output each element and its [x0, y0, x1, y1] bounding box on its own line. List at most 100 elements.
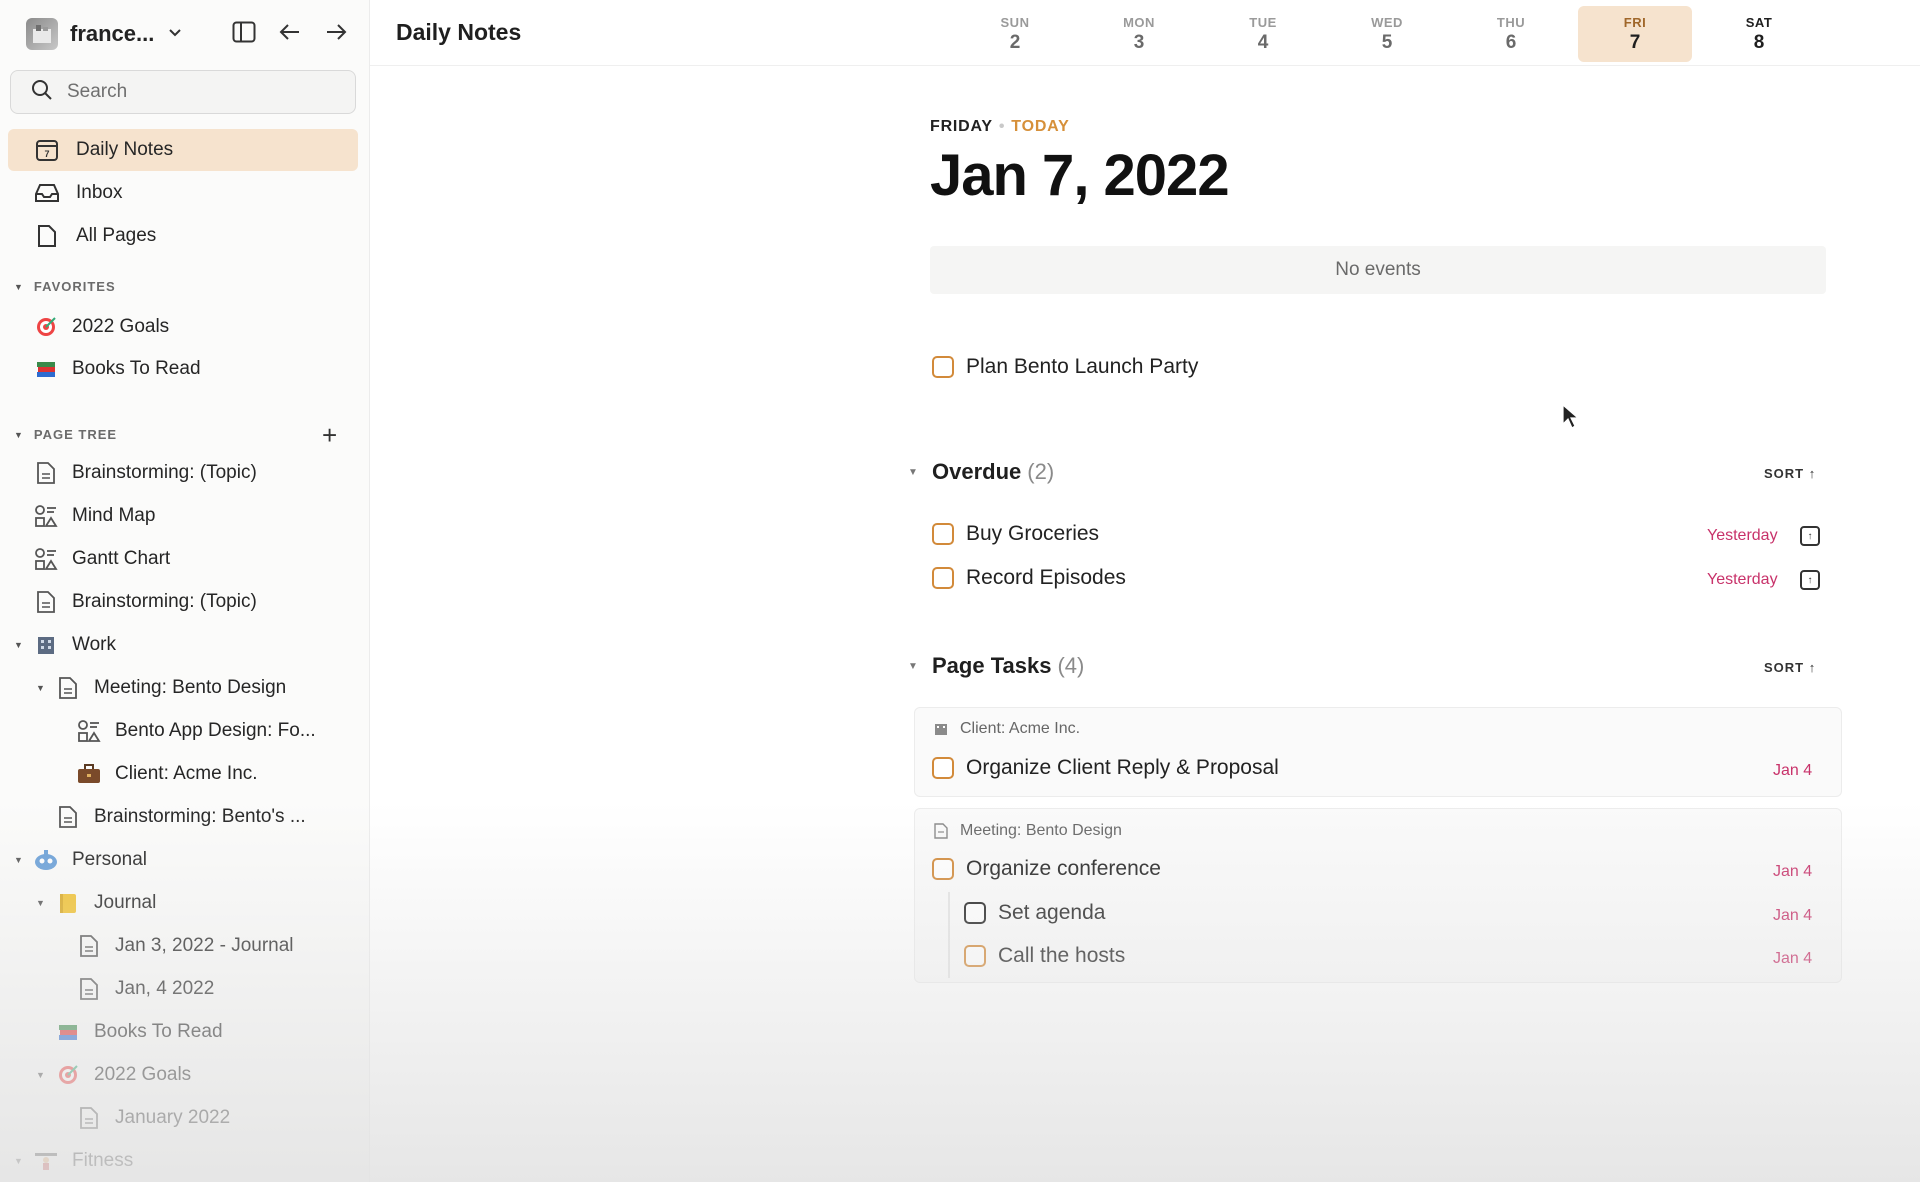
- day-name: WED: [1371, 14, 1403, 30]
- toggle-sidebar-icon[interactable]: [230, 18, 258, 46]
- svg-text:7: 7: [44, 149, 49, 159]
- task-item[interactable]: Plan Bento Launch Party: [932, 355, 1198, 379]
- task-item[interactable]: Record Episodes: [932, 566, 1126, 590]
- task-checkbox[interactable]: [932, 567, 954, 589]
- day-sat[interactable]: SAT 8: [1702, 6, 1816, 62]
- nav-daily-notes[interactable]: 7 Daily Notes: [8, 129, 358, 171]
- due-date[interactable]: Jan 4: [1773, 907, 1812, 925]
- collapse-triangle-icon[interactable]: ▼: [908, 467, 918, 478]
- tree-item[interactable]: Client: Acme Inc.: [77, 754, 258, 794]
- forward-arrow-icon[interactable]: [322, 18, 350, 46]
- document-icon: [34, 590, 58, 614]
- sort-button[interactable]: SORT ↑: [1764, 466, 1816, 481]
- item-label: Journal: [94, 892, 157, 913]
- tree-item-2022-goals[interactable]: ▼ 2022 Goals: [36, 1055, 191, 1095]
- favorites-header[interactable]: ▼ FAVORITES: [14, 279, 116, 294]
- back-arrow-icon[interactable]: [276, 18, 304, 46]
- document-icon: [56, 676, 80, 700]
- task-group-label[interactable]: Client: Acme Inc.: [932, 720, 1080, 738]
- nav-inbox[interactable]: Inbox: [8, 172, 358, 214]
- day-sun[interactable]: SUN 2: [958, 6, 1072, 62]
- collapse-triangle-icon[interactable]: ▼: [14, 1156, 23, 1166]
- tree-item[interactable]: Brainstorming: (Topic): [34, 453, 257, 493]
- daily-note: FRIDAY • TODAY Jan 7, 2022 No events: [930, 118, 1830, 294]
- due-date[interactable]: Jan 4: [1773, 950, 1812, 968]
- collapse-triangle-icon[interactable]: ▼: [36, 1070, 45, 1080]
- tree-item-fitness[interactable]: ▼ Fitness: [14, 1141, 133, 1181]
- tree-item-personal[interactable]: ▼ Personal: [14, 840, 147, 880]
- add-page-icon[interactable]: +: [322, 420, 337, 451]
- day-wed[interactable]: WED 5: [1330, 6, 1444, 62]
- collapse-triangle-icon[interactable]: ▼: [14, 855, 23, 865]
- task-checkbox[interactable]: [964, 902, 986, 924]
- briefcase-emoji-icon: [77, 762, 101, 786]
- nav-label: Inbox: [76, 182, 123, 203]
- task-checkbox[interactable]: [932, 858, 954, 880]
- week-strip: SUN 2 MON 3 TUE 4 WED 5 THU 6 FRI 7 SAT 8: [958, 6, 1826, 62]
- due-date[interactable]: Yesterday: [1707, 571, 1778, 589]
- collapse-triangle-icon[interactable]: ▼: [36, 683, 45, 693]
- search-box[interactable]: [10, 70, 356, 114]
- search-icon: [31, 79, 53, 106]
- subtask-item[interactable]: Set agenda: [964, 901, 1105, 925]
- item-label: Meeting: Bento Design: [94, 677, 287, 698]
- task-checkbox[interactable]: [932, 356, 954, 378]
- page-tree-header[interactable]: ▼ PAGE TREE: [14, 427, 117, 442]
- sort-button[interactable]: SORT ↑: [1764, 660, 1816, 675]
- workspace-switcher[interactable]: france...: [26, 14, 182, 54]
- task-label: Call the hosts: [998, 944, 1126, 967]
- section-title: PAGE TREE: [33, 427, 118, 442]
- task-item[interactable]: Organize conference: [932, 857, 1161, 881]
- move-to-today-icon[interactable]: ↑: [1800, 570, 1820, 590]
- tree-item[interactable]: Brainstorming: Bento's ...: [56, 797, 306, 837]
- day-fri[interactable]: FRI 7: [1578, 6, 1692, 62]
- due-date[interactable]: Jan 4: [1773, 863, 1812, 881]
- tree-item[interactable]: Brainstorming: (Topic): [34, 582, 257, 622]
- nav-all-pages[interactable]: All Pages: [8, 215, 358, 257]
- task-checkbox[interactable]: [932, 757, 954, 779]
- favorite-item-2022-goals[interactable]: 2022 Goals: [34, 307, 169, 347]
- tree-item[interactable]: Jan, 4 2022: [77, 969, 214, 1009]
- task-item[interactable]: Organize Client Reply & Proposal: [932, 756, 1279, 780]
- tree-item[interactable]: Jan 3, 2022 - Journal: [77, 926, 294, 966]
- tree-item-meeting[interactable]: ▼ Meeting: Bento Design: [36, 668, 286, 708]
- item-label: Jan, 4 2022: [115, 978, 215, 999]
- task-item[interactable]: Buy Groceries: [932, 522, 1099, 546]
- day-mon[interactable]: MON 3: [1082, 6, 1196, 62]
- books-emoji-icon: [56, 1020, 80, 1044]
- tree-item[interactable]: Gantt Chart: [34, 539, 170, 579]
- item-label: Client: Acme Inc.: [115, 763, 258, 784]
- target-emoji-icon: [56, 1063, 80, 1087]
- day-number: 6: [1505, 31, 1517, 53]
- notebook-emoji-icon: [56, 891, 80, 915]
- tree-item-journal[interactable]: ▼ Journal: [36, 883, 156, 923]
- tree-item[interactable]: January 2022: [77, 1098, 230, 1138]
- task-checkbox[interactable]: [932, 523, 954, 545]
- day-thu[interactable]: THU 6: [1454, 6, 1568, 62]
- tree-item[interactable]: Books To Read: [56, 1012, 223, 1052]
- overdue-section-header[interactable]: ▼ Overdue (2): [908, 459, 1054, 485]
- tree-item[interactable]: Mind Map: [34, 496, 155, 536]
- due-date[interactable]: Jan 4: [1773, 762, 1812, 780]
- search-input[interactable]: [67, 81, 327, 103]
- page-tasks-section-header[interactable]: ▼ Page Tasks (4): [908, 653, 1085, 679]
- move-to-today-icon[interactable]: ↑: [1800, 526, 1820, 546]
- collapse-triangle-icon[interactable]: ▼: [14, 640, 23, 650]
- favorite-item-books-to-read[interactable]: Books To Read: [34, 349, 201, 389]
- day-number: 2: [1009, 31, 1021, 53]
- item-label: Brainstorming: (Topic): [72, 462, 257, 483]
- item-label: 2022 Goals: [94, 1064, 192, 1085]
- tree-item-work[interactable]: ▼ Work: [14, 625, 116, 665]
- workspace-name: france...: [70, 21, 155, 46]
- due-date[interactable]: Yesterday: [1707, 527, 1778, 545]
- tree-item[interactable]: Bento App Design: Fo...: [77, 711, 316, 751]
- day-tue[interactable]: TUE 4: [1206, 6, 1320, 62]
- events-panel[interactable]: No events: [930, 246, 1826, 294]
- shapes-icon: [34, 504, 58, 528]
- task-group-label[interactable]: Meeting: Bento Design: [932, 822, 1122, 840]
- collapse-triangle-icon[interactable]: ▼: [908, 661, 918, 672]
- collapse-triangle-icon[interactable]: ▼: [36, 898, 45, 908]
- task-checkbox[interactable]: [964, 945, 986, 967]
- section-count: (4): [1057, 653, 1085, 678]
- subtask-item[interactable]: Call the hosts: [964, 944, 1125, 968]
